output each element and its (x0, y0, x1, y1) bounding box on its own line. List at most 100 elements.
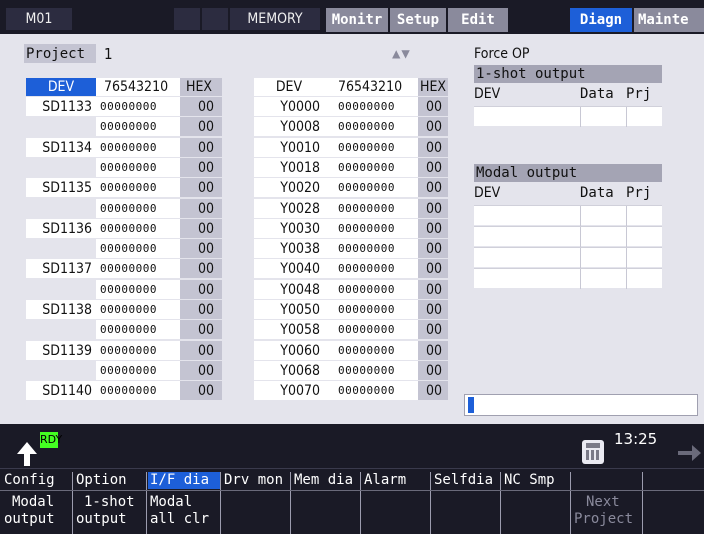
dev-cell: SD1137 (26, 259, 96, 279)
hex-cell: 00 (180, 218, 222, 238)
dev-cell: Y0030 (254, 218, 324, 238)
bits-cell: 00000000 (324, 381, 418, 401)
table-row: SD1139 00000000 00 (26, 340, 222, 361)
table-row: Y0070 00000000 00 (254, 381, 448, 401)
one-shot-col-data: Data (580, 86, 614, 102)
bits-cell: 00000000 (96, 117, 180, 137)
dev-cell: SD1138 (26, 300, 96, 319)
menu-mem-dia-button[interactable]: Mem dia (294, 472, 360, 489)
bits-cell: 00000000 (96, 300, 180, 319)
menu-drv-mon-button[interactable]: Drv mon (224, 472, 290, 489)
modal-output-row[interactable] (474, 268, 662, 289)
bits-cell: 00000000 (96, 218, 180, 238)
dev-cell: Y0068 (254, 360, 324, 380)
modal-all-clr-button[interactable]: Modal all clr (150, 494, 209, 528)
table-row: Y0040 00000000 00 (254, 259, 448, 279)
dev-cell: Y0040 (254, 259, 324, 279)
hex-cell: 00 (180, 259, 222, 279)
hex-cell: 00 (418, 178, 448, 198)
table-row: Y0018 00000000 00 (254, 157, 448, 178)
table-row: 00000000 00 (26, 157, 222, 178)
hex-cell: 00 (180, 381, 222, 401)
menu-alarm-button[interactable]: Alarm (364, 472, 430, 489)
calculator-icon[interactable] (582, 440, 604, 464)
tab-monitr[interactable]: Monitr (326, 8, 388, 32)
up-arrow-icon[interactable] (12, 438, 42, 468)
modal-col-data: Data (580, 185, 614, 201)
left-hex-header: HEX (180, 78, 222, 96)
modal-output-button[interactable]: Modal output (4, 494, 55, 528)
hex-cell: 00 (418, 137, 448, 157)
left-bits-header: 76543210 (96, 78, 180, 96)
menu-selfdia-button[interactable]: Selfdia (434, 472, 500, 489)
right-arrow-icon[interactable] (676, 442, 702, 464)
dev-cell: Y0038 (254, 239, 324, 259)
top-status-bar: M01 MEMORY Monitr Setup Edit Diagn Maint… (0, 0, 704, 34)
bits-cell: 00000000 (324, 320, 418, 340)
bits-cell: 00000000 (324, 117, 418, 137)
one-shot-output-button[interactable]: 1-shot output (76, 494, 135, 528)
hex-cell: 00 (180, 157, 222, 177)
dev-cell: Y0010 (254, 137, 324, 157)
table-row: Y0000 00000000 00 (254, 97, 448, 117)
hex-cell: 00 (418, 259, 448, 279)
one-shot-row[interactable] (474, 106, 662, 127)
table-row: Y0020 00000000 00 (254, 178, 448, 198)
menu-option-button[interactable]: Option (76, 472, 146, 489)
tab-setup[interactable]: Setup (390, 8, 446, 32)
page-arrows-icon[interactable]: ▲▼ (392, 45, 411, 63)
bits-cell: 00000000 (324, 198, 418, 218)
project-label-box: Project (24, 44, 96, 63)
dev-cell: SD1139 (26, 340, 96, 360)
dev-cell: Y0060 (254, 340, 324, 360)
table-row: Y0028 00000000 00 (254, 198, 448, 219)
table-row: SD1134 00000000 00 (26, 137, 222, 158)
force-op-title: Force OP (474, 46, 530, 62)
hex-cell: 00 (418, 340, 448, 360)
table-row: SD1138 00000000 00 (26, 300, 222, 320)
modal-header: Modal output (474, 164, 662, 182)
dev-cell: SD1135 (26, 178, 96, 198)
dev-cell (26, 279, 96, 299)
table-row: 00000000 00 (26, 117, 222, 137)
dev-cell: SD1134 (26, 137, 96, 157)
input-field[interactable] (464, 394, 698, 416)
dev-cell (26, 157, 96, 177)
bits-cell: 00000000 (96, 320, 180, 340)
bits-cell: 00000000 (324, 300, 418, 319)
input-cursor (468, 397, 474, 413)
hex-cell: 00 (418, 157, 448, 177)
bits-cell: 00000000 (96, 97, 180, 116)
table-row: SD1137 00000000 00 (26, 259, 222, 279)
tab-diagn[interactable]: Diagn (570, 8, 632, 32)
table-row: Y0050 00000000 00 (254, 300, 448, 320)
menu-if-dia-button[interactable]: I/F dia (148, 472, 220, 489)
dev-cell: SD1133 (26, 97, 96, 116)
hex-cell: 00 (418, 300, 448, 319)
dev-cell (26, 117, 96, 137)
hex-cell: 00 (418, 117, 448, 137)
next-project-button[interactable]: Next Project (574, 494, 633, 528)
bits-cell: 00000000 (324, 137, 418, 157)
modal-output-row[interactable] (474, 247, 662, 268)
system-indicator: M01 (6, 8, 72, 30)
table-row: SD1135 00000000 00 (26, 178, 222, 198)
one-shot-col-prj: Prj (626, 86, 652, 102)
table-row: 00000000 00 (26, 198, 222, 219)
modal-output-row[interactable] (474, 226, 662, 247)
menu-config-button[interactable]: Config (4, 472, 72, 489)
project-label: Project (26, 46, 86, 62)
hex-cell: 00 (180, 198, 222, 218)
tab-edit[interactable]: Edit (448, 8, 508, 32)
tab-mainte[interactable]: Mainte (634, 8, 704, 32)
bits-cell: 00000000 (324, 97, 418, 116)
bits-cell: 00000000 (96, 239, 180, 259)
hex-cell: 00 (418, 320, 448, 340)
modal-output-row[interactable] (474, 205, 662, 226)
table-row: 00000000 00 (26, 360, 222, 381)
table-row: Y0038 00000000 00 (254, 239, 448, 259)
table-row: Y0048 00000000 00 (254, 279, 448, 300)
bits-cell: 00000000 (324, 218, 418, 238)
table-row: Y0008 00000000 00 (254, 117, 448, 137)
menu-nc-smp-button[interactable]: NC Smp (504, 472, 570, 489)
